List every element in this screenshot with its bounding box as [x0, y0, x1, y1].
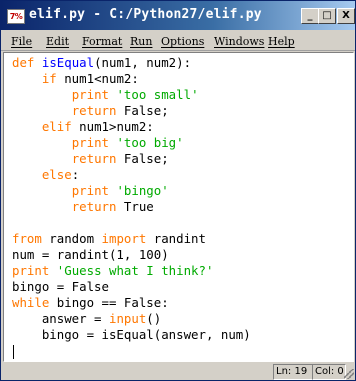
menu-file[interactable]: File [11, 35, 32, 48]
code-token: return [71, 199, 117, 214]
code-token: bingo = False [12, 279, 109, 294]
code-token: : [71, 167, 80, 182]
minimize-button[interactable]: _ [301, 8, 319, 24]
code-token: randint [146, 231, 206, 246]
code-line[interactable]: def isEqual(num1, num2): [12, 55, 251, 71]
code-token: (num1, num2): [94, 55, 192, 70]
code-line[interactable]: return False; [12, 151, 251, 167]
source-code[interactable]: def isEqual(num1, num2): if num1<num2: p… [12, 55, 251, 359]
code-token: return [71, 103, 117, 118]
code-token: random [41, 231, 102, 246]
menu-run[interactable]: Run [130, 35, 152, 48]
code-line[interactable] [12, 215, 251, 231]
code-token: def [12, 55, 35, 70]
code-line[interactable]: return False; [12, 103, 251, 119]
code-token: bingo = isEqual(answer, num) [12, 327, 251, 342]
code-token: num1<num2: [56, 71, 139, 86]
code-token: else [41, 167, 72, 182]
code-token: False; [116, 151, 169, 166]
code-token: 'Guess what I think?' [56, 263, 214, 278]
code-token: 'bingo' [116, 183, 169, 198]
code-token: bingo == False: [49, 295, 169, 310]
title-bar[interactable]: 7% elif.py - C:/Python27/elif.py _ □ X [1, 1, 355, 30]
menu-format[interactable]: Format [82, 35, 122, 48]
code-token: print [71, 183, 109, 198]
status-bar: Ln: 19 Col: 0 [1, 362, 355, 380]
code-token: True [116, 199, 154, 214]
menu-bar: File Edit Format Run Options Windows Hel… [1, 32, 355, 51]
menu-options[interactable]: Options [161, 35, 204, 48]
code-line[interactable]: if num1<num2: [12, 71, 251, 87]
code-line[interactable]: return True [12, 199, 251, 215]
code-line[interactable]: from random import randint [12, 231, 251, 247]
code-token: while [12, 295, 50, 310]
close-button[interactable]: X [337, 8, 355, 24]
code-line[interactable]: print 'Guess what I think?' [12, 263, 251, 279]
code-line[interactable]: bingo = isEqual(answer, num) [12, 327, 251, 343]
code-token: 'too small' [116, 87, 199, 102]
code-token: num = randint(1, 100) [12, 247, 169, 262]
code-line[interactable] [12, 343, 251, 359]
code-token: from [12, 231, 42, 246]
menu-windows[interactable]: Windows [214, 35, 264, 48]
code-token: return [71, 151, 117, 166]
menu-edit[interactable]: Edit [46, 35, 69, 48]
window-title: elif.py - C:/Python27/elif.py [29, 7, 262, 22]
code-line[interactable]: else: [12, 167, 251, 183]
code-line[interactable]: elif num1>num2: [12, 119, 251, 135]
status-column-number: Col: 0 [312, 364, 346, 380]
code-token: print [71, 135, 109, 150]
code-token: answer = [12, 311, 109, 326]
code-line[interactable]: print 'bingo' [12, 183, 251, 199]
code-token: () [146, 311, 162, 326]
code-token: print [71, 87, 109, 102]
code-token: elif [41, 119, 72, 134]
code-line[interactable]: print 'too small' [12, 87, 251, 103]
code-token: 'too big' [116, 135, 184, 150]
status-line-number: Ln: 19 [273, 364, 313, 380]
maximize-button[interactable]: □ [318, 8, 336, 24]
code-editor[interactable]: def isEqual(num1, num2): if num1<num2: p… [3, 52, 354, 362]
code-token: import [101, 231, 147, 246]
code-line[interactable]: num = randint(1, 100) [12, 247, 251, 263]
idle-editor-window: 7% elif.py - C:/Python27/elif.py _ □ X F… [0, 0, 356, 381]
menu-help[interactable]: Help [268, 35, 295, 48]
code-token: isEqual [41, 55, 95, 70]
code-token: print [12, 263, 50, 278]
code-line[interactable]: answer = input() [12, 311, 251, 327]
code-token: input [108, 311, 147, 326]
code-line[interactable]: while bingo == False: [12, 295, 251, 311]
text-cursor [13, 345, 14, 359]
code-line[interactable]: bingo = False [12, 279, 251, 295]
code-token: False; [116, 103, 169, 118]
resize-grip-icon[interactable] [344, 369, 354, 379]
code-line[interactable]: print 'too big' [12, 135, 251, 151]
code-token: num1>num2: [71, 119, 154, 134]
code-token: if [41, 71, 57, 86]
python-idle-icon[interactable]: 7% [7, 9, 25, 24]
